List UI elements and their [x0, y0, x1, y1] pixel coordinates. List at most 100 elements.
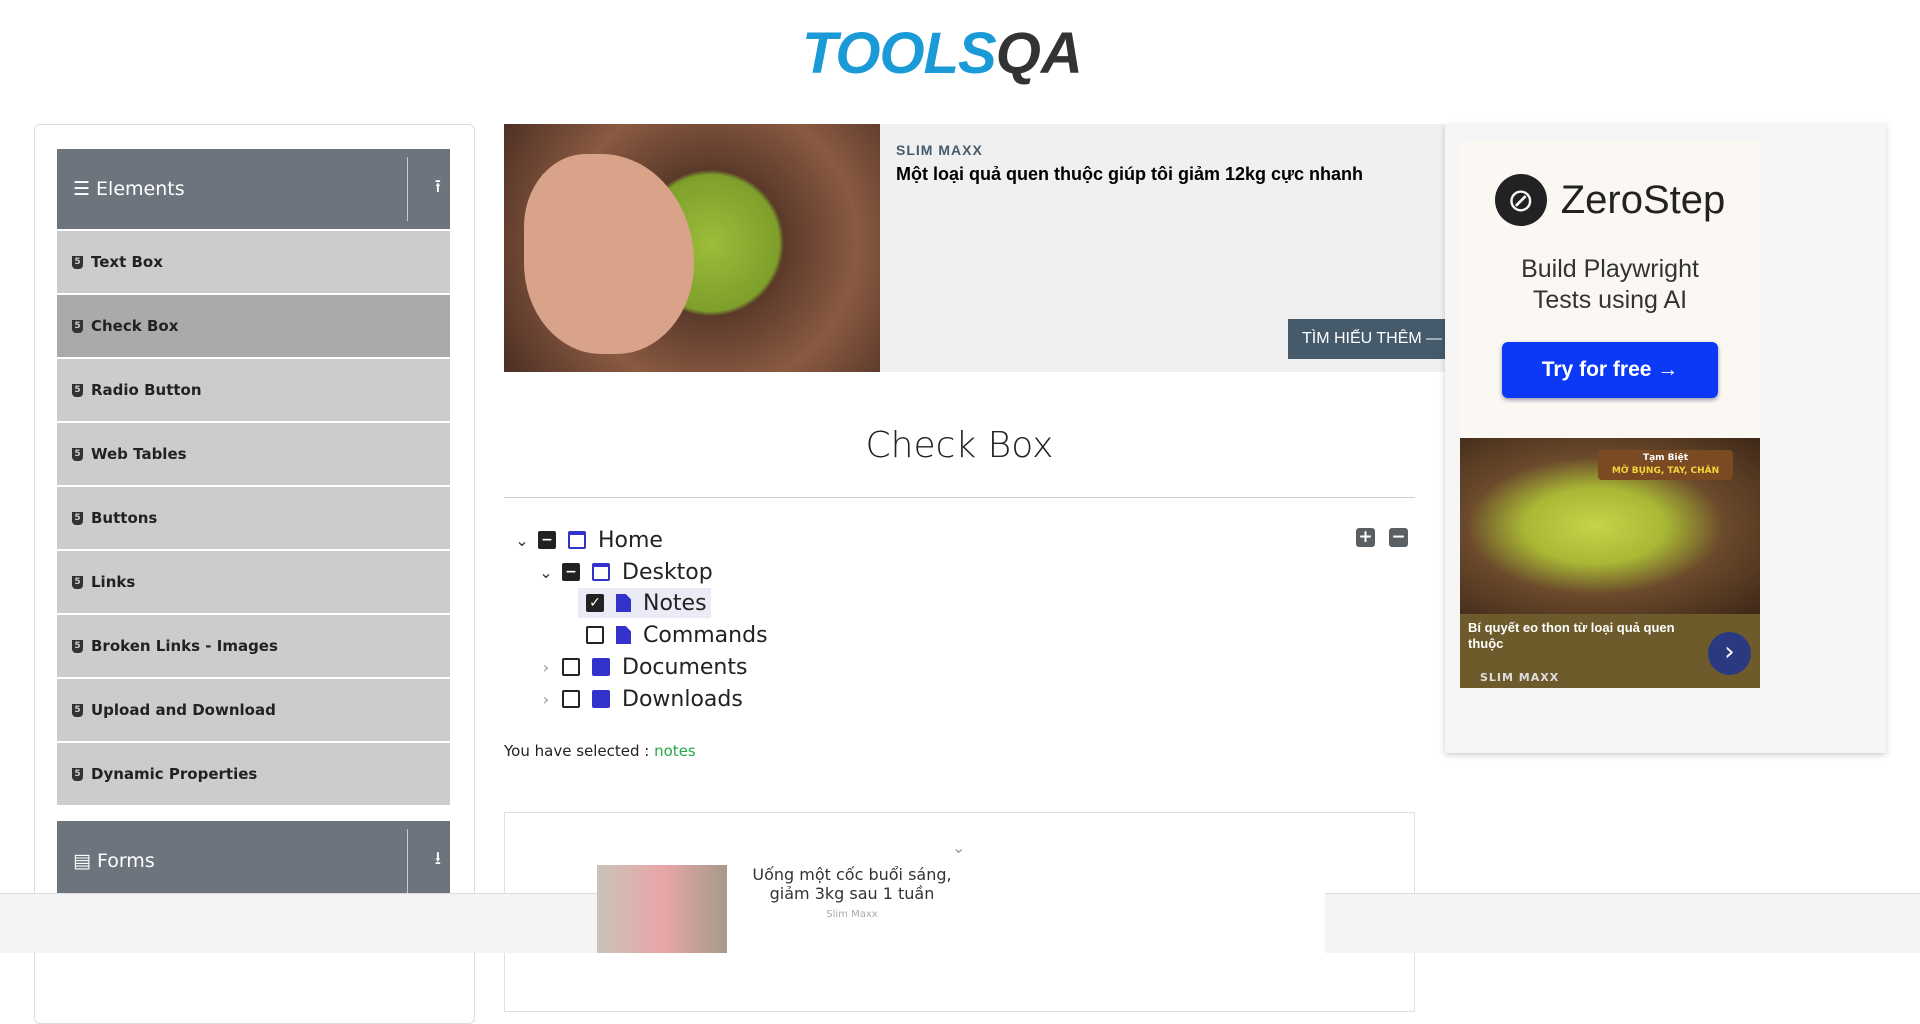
html5-icon: 5	[72, 255, 83, 269]
sidebar-item-text-box[interactable]: 5 Text Box	[57, 231, 450, 293]
zerostep-tagline: Build Playwright Tests using AI	[1460, 254, 1760, 316]
chevron-down-icon[interactable]: ⌄	[536, 563, 556, 582]
ad-brand: SLIM MAXX	[896, 142, 983, 158]
checkbox-checked[interactable]: ✓	[586, 594, 604, 612]
sidebar-item-label: Web Tables	[91, 445, 187, 463]
tree-node-home[interactable]: ⌄ − Home	[512, 525, 663, 555]
zerostep-logo-icon: ⊘	[1494, 174, 1547, 226]
right-advertisement[interactable]: ⊘ ZeroStep Build Playwright Tests using AI…	[1445, 124, 1886, 753]
expand-all-button[interactable]: +	[1356, 528, 1375, 547]
html5-icon: 5	[72, 639, 83, 653]
tree-node-label: Commands	[643, 622, 768, 648]
ad-headline[interactable]: Một loại quả quen thuộc giúp tôi giảm 12…	[896, 164, 1363, 185]
html5-icon: 5	[72, 703, 83, 717]
sidebar-item-dynamic-properties[interactable]: 5 Dynamic Properties	[57, 743, 450, 805]
sidebar-item-check-box[interactable]: 5 Check Box	[57, 295, 450, 357]
sidebar-item-label: Buttons	[91, 509, 158, 527]
html5-icon: 5	[72, 511, 83, 525]
badge-line: MỠ BỤNG, TAY, CHÂN	[1611, 466, 1720, 476]
selection-result: You have selected : notes	[504, 742, 696, 760]
divider	[407, 829, 408, 893]
sidebar-item-label: Radio Button	[91, 381, 202, 399]
zerostep-brand: ZeroStep	[1560, 177, 1726, 222]
zerostep-ad[interactable]: ⊘ ZeroStep Build Playwright Tests using AI…	[1460, 141, 1760, 438]
collapse-all-button[interactable]: −	[1389, 528, 1408, 547]
bottom-advertisement[interactable]: Uống một cốc buổi sáng, giảm 3kg sau 1 t…	[597, 865, 1325, 953]
tree-node-desktop[interactable]: ⌄ − Desktop	[536, 557, 713, 587]
ad-headline[interactable]: Uống một cốc buổi sáng, giảm 3kg sau 1 t…	[732, 865, 972, 903]
tagline-line: Tests using AI	[1532, 286, 1688, 314]
file-icon	[616, 626, 631, 644]
sidebar: ☰ Elements ⭱ 5 Text Box 5 Check Box 5 Radio…	[34, 124, 475, 1024]
checkbox-partial[interactable]: −	[538, 531, 556, 549]
chevron-down-icon[interactable]: ⌄	[952, 838, 965, 857]
page-title: Check Box	[865, 425, 1054, 466]
ad-badge: Tạm Biệt MỠ BỤNG, TAY, CHÂN	[1598, 450, 1733, 480]
sidebar-item-radio-button[interactable]: 5 Radio Button	[57, 359, 450, 421]
folder-open-icon	[568, 531, 586, 549]
sidebar-item-label: Dynamic Properties	[91, 765, 258, 783]
ad-image	[504, 124, 880, 372]
chevron-right-icon[interactable]: ›	[536, 690, 556, 709]
sidebar-item-upload-download[interactable]: 5 Upload and Download	[57, 679, 450, 741]
html5-icon: 5	[72, 319, 83, 333]
tree-node-label: Home	[598, 527, 663, 553]
file-icon	[616, 594, 631, 612]
try-for-free-button[interactable]: Try for free →	[1502, 342, 1718, 398]
menu-icon: ☰	[73, 178, 91, 200]
chevron-right-icon[interactable]: ›	[1708, 632, 1751, 675]
checkbox-unchecked[interactable]	[562, 690, 580, 708]
chevron-right-icon[interactable]: ›	[536, 658, 556, 677]
tree-node-label: Desktop	[622, 559, 713, 585]
badge-line: Tạm Biệt	[1642, 453, 1689, 463]
group-header-forms[interactable]: ▤ Forms ⭳	[57, 821, 450, 901]
sidebar-item-buttons[interactable]: 5 Buttons	[57, 487, 450, 549]
tree-node-label: Documents	[622, 654, 748, 680]
html5-icon: 5	[72, 383, 83, 397]
tree-node-label: Downloads	[622, 686, 743, 712]
logo-text: TOOLS	[802, 20, 997, 86]
ad-caption[interactable]: Bí quyết eo thon từ loại quả quen thuộc	[1468, 620, 1688, 652]
banana-ad[interactable]: Tạm Biệt MỠ BỤNG, TAY, CHÂN Bí quyết eo t…	[1460, 438, 1760, 688]
group-label: Forms	[96, 850, 155, 872]
sidebar-item-web-tables[interactable]: 5 Web Tables	[57, 423, 450, 485]
checkbox-unchecked[interactable]	[586, 626, 604, 644]
tree-node-label: Notes	[643, 590, 707, 616]
toolsqa-logo[interactable]: TOOLS QA	[802, 17, 1124, 89]
top-advertisement[interactable]: SLIM MAXX Một loại quả quen thuộc giúp t…	[504, 124, 1448, 372]
sidebar-item-label: Links	[91, 573, 136, 591]
chevron-down-icon[interactable]: ⌄	[512, 531, 532, 550]
sidebar-item-label: Check Box	[91, 317, 179, 335]
selection-label: You have selected :	[504, 742, 650, 760]
arrow-up-icon[interactable]: ⭱	[435, 174, 441, 204]
logo-text-qa: QA	[995, 20, 1083, 86]
html5-icon: 5	[72, 447, 83, 461]
form-icon: ▤	[73, 850, 91, 872]
tree-node-downloads[interactable]: › Downloads	[536, 684, 743, 714]
ad-brand: Slim Maxx	[826, 909, 878, 920]
ad-image	[597, 865, 727, 953]
ad-cta-button[interactable]: TÌM HIỂU THÊM —	[1288, 319, 1448, 359]
tree-node-commands[interactable]: Commands	[578, 620, 768, 650]
divider	[407, 157, 408, 221]
group-label: Elements	[96, 178, 185, 200]
folder-icon	[592, 690, 610, 708]
sidebar-item-label: Text Box	[91, 253, 163, 271]
checkbox-unchecked[interactable]	[562, 658, 580, 676]
tagline-line: Build Playwright	[1521, 255, 1699, 283]
ad-brand: SLIM MAXX	[1480, 671, 1560, 684]
folder-icon	[592, 658, 610, 676]
sidebar-item-label: Broken Links - Images	[91, 637, 278, 655]
arrow-down-icon[interactable]: ⭳	[435, 846, 441, 876]
sidebar-item-broken-links[interactable]: 5 Broken Links - Images	[57, 615, 450, 677]
folder-open-icon	[592, 563, 610, 581]
group-header-elements[interactable]: ☰ Elements ⭱	[57, 149, 450, 229]
sidebar-item-links[interactable]: 5 Links	[57, 551, 450, 613]
html5-icon: 5	[72, 575, 83, 589]
tree-node-documents[interactable]: › Documents	[536, 652, 748, 682]
checkbox-partial[interactable]: −	[562, 563, 580, 581]
html5-icon: 5	[72, 767, 83, 781]
divider	[504, 497, 1415, 498]
tree-node-notes[interactable]: ✓ Notes	[578, 588, 711, 618]
sidebar-item-label: Upload and Download	[91, 701, 276, 719]
